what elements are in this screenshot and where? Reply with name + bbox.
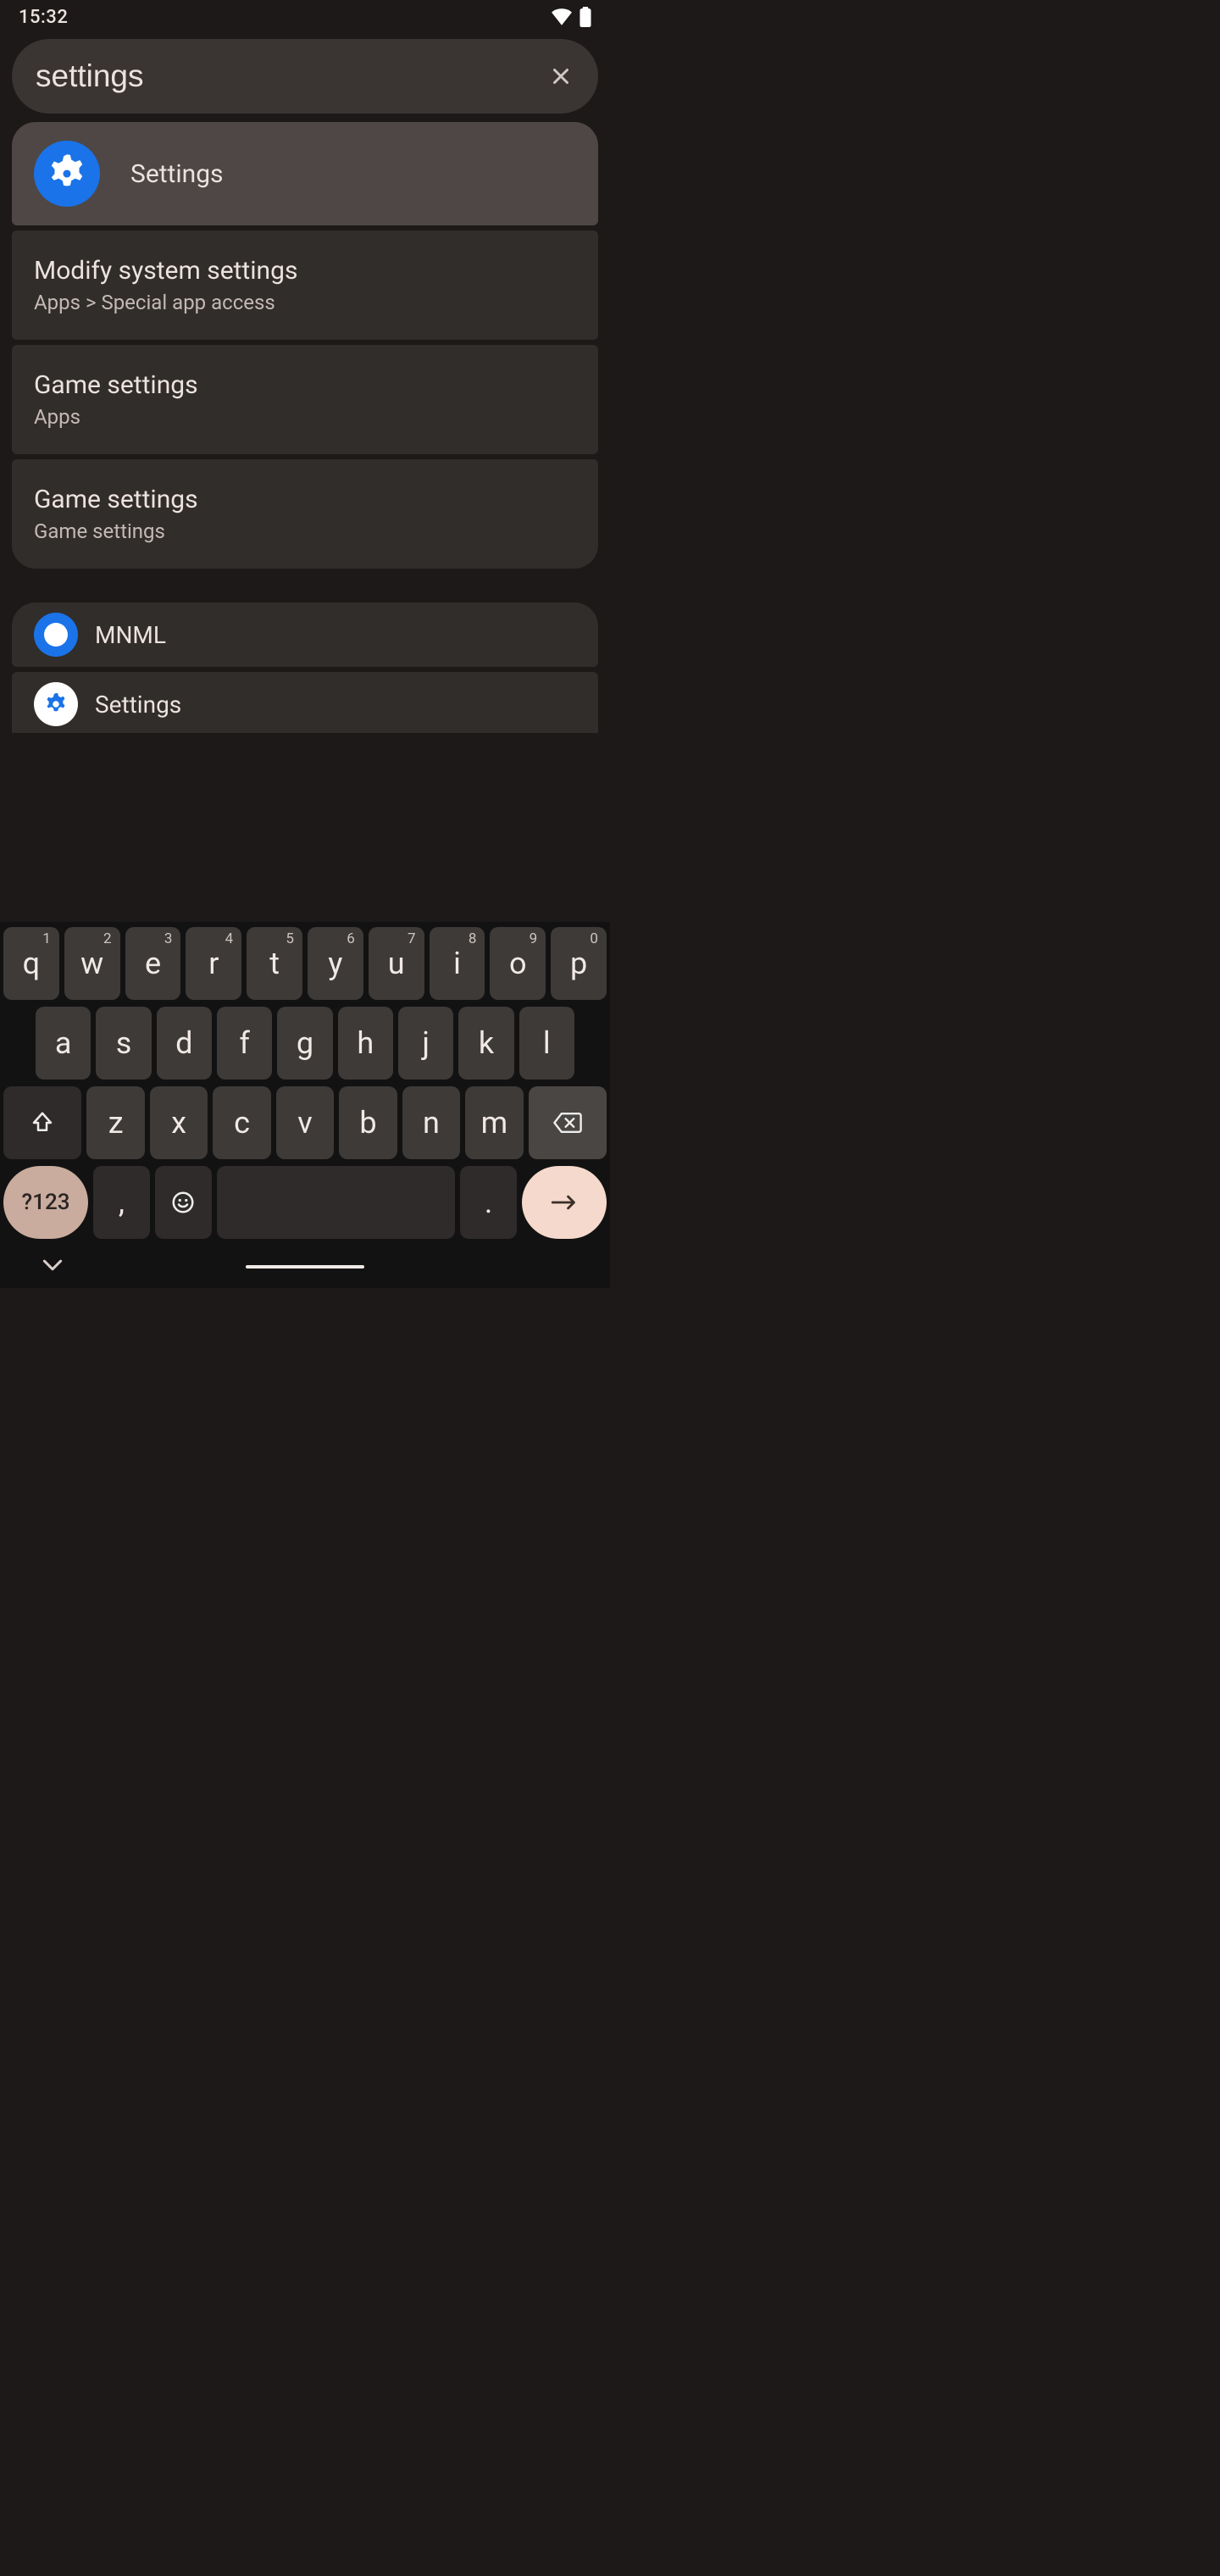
key-g[interactable]: g bbox=[277, 1007, 332, 1080]
key-x[interactable]: x bbox=[150, 1086, 208, 1159]
search-field[interactable] bbox=[12, 39, 598, 114]
key-comma[interactable]: , bbox=[93, 1166, 150, 1239]
mnml-app-icon bbox=[34, 613, 78, 657]
result-title: Modify system settings bbox=[34, 256, 576, 286]
key-r[interactable]: r4 bbox=[186, 927, 241, 1000]
key-t[interactable]: t5 bbox=[247, 927, 302, 1000]
key-z[interactable]: z bbox=[86, 1086, 144, 1159]
result-game-settings-apps[interactable]: Game settings Apps bbox=[12, 345, 598, 454]
result-title: Game settings bbox=[34, 370, 576, 400]
result-path: Apps > Special app access bbox=[34, 291, 576, 314]
result-game-settings[interactable]: Game settings Game settings bbox=[12, 459, 598, 569]
on-screen-keyboard: q1w2e3r4t5y6u7i8o9p0 asdfghjkl zxcvbnm ?… bbox=[0, 922, 610, 1288]
status-bar: 15:32 bbox=[0, 0, 610, 34]
key-q[interactable]: q1 bbox=[3, 927, 59, 1000]
result-path: Apps bbox=[34, 405, 576, 429]
backspace-icon bbox=[552, 1111, 583, 1135]
key-s[interactable]: s bbox=[96, 1007, 151, 1080]
close-icon bbox=[548, 64, 574, 89]
clear-search-button[interactable] bbox=[542, 58, 580, 95]
gear-icon bbox=[43, 691, 69, 717]
key-c[interactable]: c bbox=[213, 1086, 270, 1159]
key-j[interactable]: j bbox=[398, 1007, 453, 1080]
status-time: 15:32 bbox=[19, 7, 68, 28]
key-backspace[interactable] bbox=[529, 1086, 607, 1159]
arrow-right-icon bbox=[551, 1194, 578, 1211]
wifi-icon bbox=[551, 8, 573, 25]
hide-keyboard-button[interactable] bbox=[42, 1258, 63, 1275]
key-period[interactable]: . bbox=[460, 1166, 517, 1239]
key-v[interactable]: v bbox=[276, 1086, 334, 1159]
key-enter[interactable] bbox=[522, 1166, 607, 1239]
key-numsym[interactable]: ?123 bbox=[3, 1166, 88, 1239]
settings-app-icon bbox=[34, 141, 100, 207]
key-w[interactable]: w2 bbox=[64, 927, 120, 1000]
key-f[interactable]: f bbox=[217, 1007, 272, 1080]
key-h[interactable]: h bbox=[338, 1007, 393, 1080]
result-settings-list[interactable]: Settings bbox=[12, 672, 598, 733]
settings-app-icon-small bbox=[34, 682, 78, 726]
key-l[interactable]: l bbox=[519, 1007, 574, 1080]
key-n[interactable]: n bbox=[402, 1086, 460, 1159]
result-mnml[interactable]: MNML bbox=[12, 602, 598, 667]
key-b[interactable]: b bbox=[339, 1086, 396, 1159]
result-app-settings[interactable]: Settings bbox=[12, 122, 598, 225]
result-title: MNML bbox=[95, 621, 166, 649]
key-a[interactable]: a bbox=[36, 1007, 91, 1080]
gear-icon bbox=[45, 152, 89, 196]
key-i[interactable]: i8 bbox=[430, 927, 485, 1000]
home-indicator[interactable] bbox=[246, 1265, 364, 1269]
key-e[interactable]: e3 bbox=[125, 927, 181, 1000]
key-emoji[interactable] bbox=[155, 1166, 212, 1239]
key-p[interactable]: p0 bbox=[551, 927, 607, 1000]
result-title: Game settings bbox=[34, 485, 576, 514]
key-o[interactable]: o9 bbox=[490, 927, 546, 1000]
key-d[interactable]: d bbox=[157, 1007, 212, 1080]
key-space[interactable] bbox=[217, 1166, 456, 1239]
key-k[interactable]: k bbox=[458, 1007, 513, 1080]
circle-icon bbox=[44, 623, 68, 647]
emoji-icon bbox=[170, 1190, 196, 1215]
chevron-down-icon bbox=[42, 1258, 63, 1272]
result-title: Settings bbox=[95, 691, 181, 719]
result-path: Game settings bbox=[34, 519, 576, 543]
key-shift[interactable] bbox=[3, 1086, 81, 1159]
key-m[interactable]: m bbox=[465, 1086, 523, 1159]
result-modify-system-settings[interactable]: Modify system settings Apps > Special ap… bbox=[12, 230, 598, 340]
result-title: Settings bbox=[130, 159, 224, 189]
key-u[interactable]: u7 bbox=[369, 927, 424, 1000]
shift-icon bbox=[30, 1110, 55, 1135]
key-y[interactable]: y6 bbox=[308, 927, 363, 1000]
battery-icon bbox=[580, 7, 591, 27]
search-input[interactable] bbox=[36, 58, 542, 94]
